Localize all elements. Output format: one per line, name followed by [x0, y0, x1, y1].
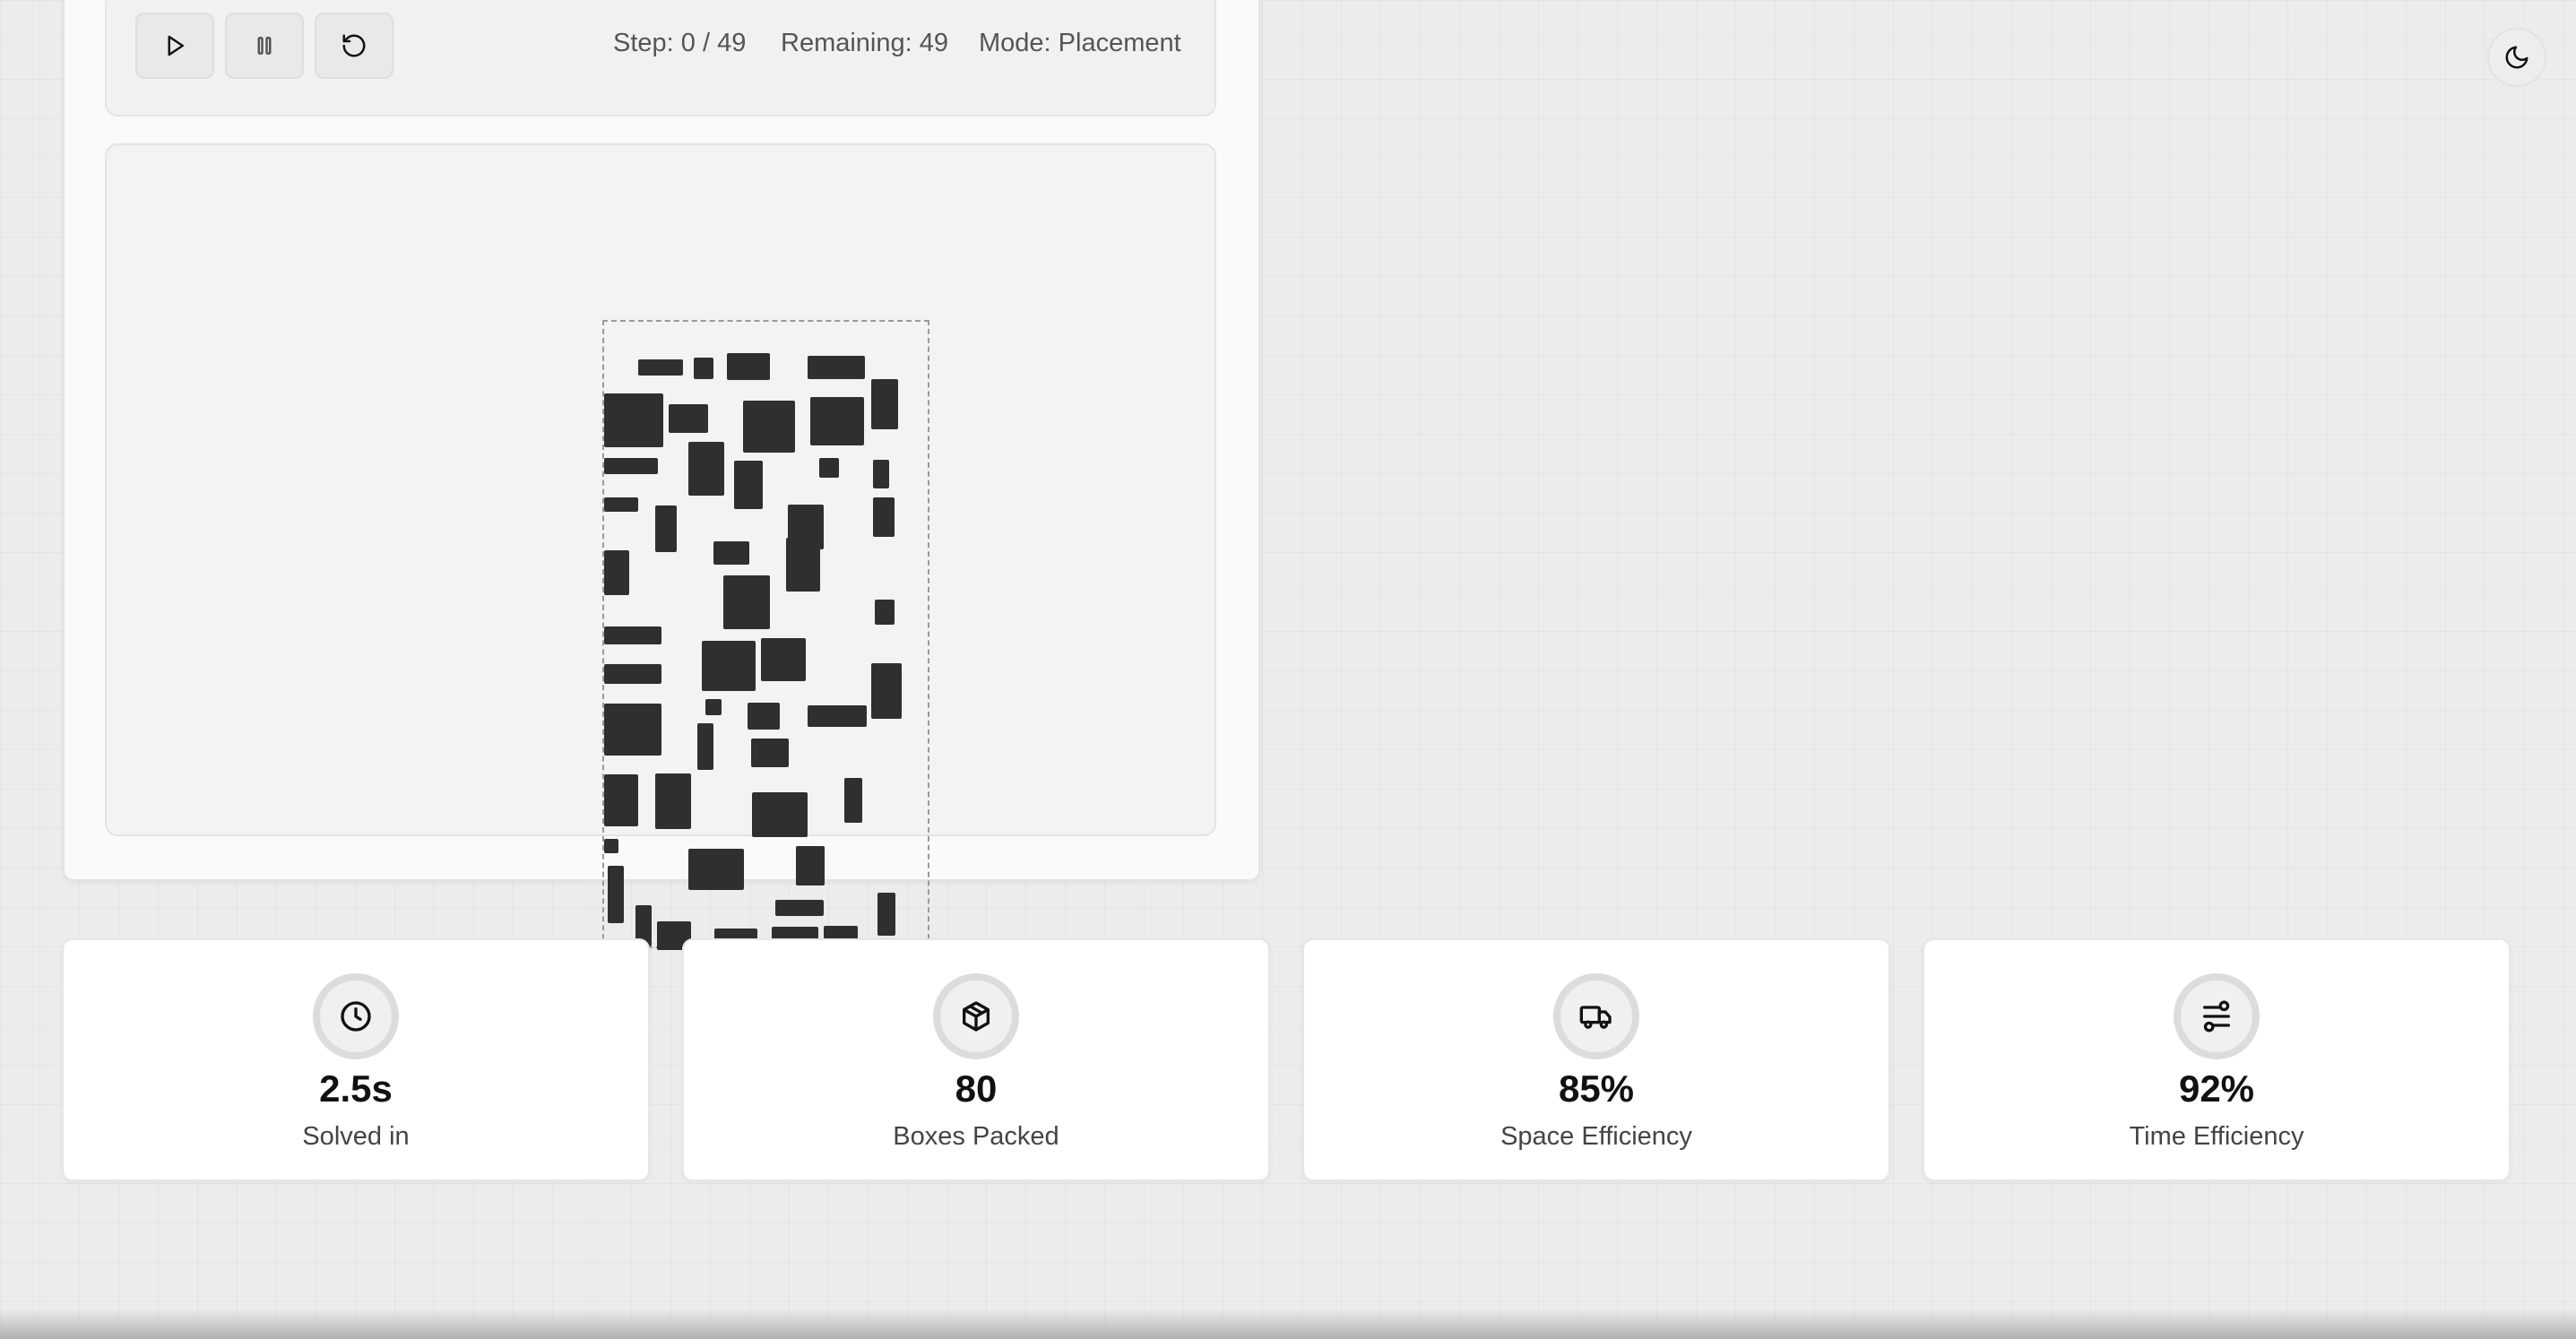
theme-toggle-button[interactable]	[2487, 28, 2546, 87]
packed-box	[810, 397, 864, 445]
packed-box	[844, 778, 862, 823]
packed-box	[638, 359, 683, 376]
packed-box	[604, 497, 638, 512]
packed-box	[873, 460, 889, 488]
packed-box	[604, 458, 658, 474]
stat-label: Boxes Packed	[893, 1122, 1059, 1151]
stat-label: Solved in	[302, 1122, 410, 1151]
packed-box	[688, 442, 724, 496]
stat-card-space-efficiency: 85% Space Efficiency	[1302, 938, 1890, 1181]
route-icon	[2174, 973, 2260, 1059]
stat-label: Time Efficiency	[2129, 1122, 2304, 1151]
rotate-ccw-icon	[342, 34, 366, 57]
stat-value: 2.5s	[319, 1067, 393, 1110]
stat-value: 85%	[1558, 1067, 1635, 1110]
packed-box	[702, 641, 756, 691]
packed-box	[723, 575, 770, 629]
packed-box	[604, 774, 638, 826]
packed-box	[786, 538, 820, 592]
container-outline	[602, 320, 929, 950]
packed-box	[734, 461, 763, 509]
packed-box	[808, 705, 867, 727]
truck-icon	[1553, 973, 1639, 1059]
pause-button[interactable]	[225, 13, 304, 79]
play-icon	[168, 35, 184, 56]
packed-box	[873, 497, 895, 537]
stat-label: Space Efficiency	[1500, 1122, 1692, 1151]
packed-box	[775, 900, 824, 916]
packed-box	[819, 458, 839, 478]
packed-box	[761, 638, 806, 681]
packed-box	[875, 600, 895, 625]
stat-value: 80	[955, 1067, 998, 1110]
packed-box	[727, 353, 770, 380]
stat-card-solved-in: 2.5s Solved in	[62, 938, 650, 1181]
window-bottom-edge	[0, 1309, 2576, 1339]
packed-box	[796, 846, 825, 885]
moon-icon	[2505, 46, 2528, 69]
packed-box	[604, 839, 618, 853]
packed-box	[694, 358, 713, 379]
packed-box	[751, 739, 789, 767]
step-counter: Step: 0 / 49	[613, 29, 747, 57]
packed-box	[748, 703, 780, 730]
packed-box	[604, 550, 629, 595]
packed-box	[669, 404, 708, 433]
playback-toolbar: Step: 0 / 49 Remaining: 49 Mode: Placeme…	[105, 0, 1216, 117]
stat-value: 92%	[2178, 1067, 2255, 1110]
packed-box	[604, 664, 661, 684]
packed-box	[608, 866, 624, 923]
packing-canvas-panel	[105, 143, 1216, 950]
packed-box	[604, 393, 663, 447]
packed-box	[604, 626, 661, 644]
remaining-counter: Remaining: 49	[781, 29, 948, 57]
packed-box	[871, 379, 898, 429]
packed-box	[604, 704, 661, 756]
packed-box	[877, 893, 895, 936]
packed-box	[655, 505, 677, 552]
packed-box	[713, 541, 749, 565]
packed-box	[697, 723, 713, 770]
packed-box	[808, 356, 865, 379]
play-button[interactable]	[135, 13, 214, 79]
package-icon	[933, 973, 1019, 1059]
packed-box	[688, 849, 744, 890]
packed-box	[752, 792, 808, 837]
stat-card-boxes-packed: 80 Boxes Packed	[682, 938, 1270, 1181]
packed-box	[705, 699, 722, 715]
mode-indicator: Mode: Placement	[979, 29, 1181, 57]
packed-box	[655, 773, 691, 829]
packed-box	[871, 663, 902, 719]
pause-icon	[257, 37, 272, 55]
stat-card-time-efficiency: 92% Time Efficiency	[1923, 938, 2511, 1181]
clock-icon	[313, 973, 399, 1059]
packed-box	[743, 401, 795, 453]
reset-button[interactable]	[315, 13, 393, 79]
